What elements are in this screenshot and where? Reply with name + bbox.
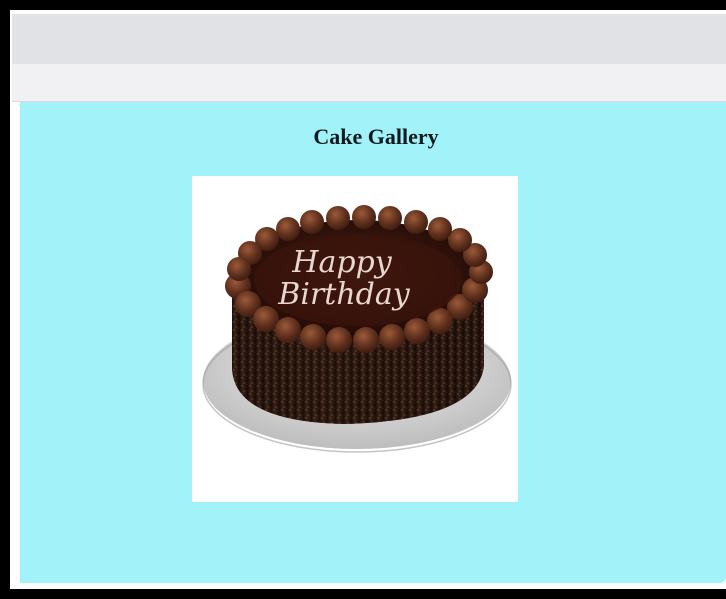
cake-caption-line1: Happy	[291, 245, 392, 280]
browser-address-bar[interactable]	[12, 64, 726, 102]
page-content: Cake Gallery Happy Birthday	[20, 102, 726, 583]
screenshot-frame: Cake Gallery Happy Birthday	[0, 0, 726, 599]
browser-tab-bar	[12, 14, 726, 64]
birthday-cake-icon: Happy Birthday	[202, 205, 512, 453]
page-title: Cake Gallery	[313, 124, 439, 149]
cake-caption-line2: Birthday	[277, 277, 410, 312]
cake-image: Happy Birthday	[192, 176, 518, 502]
